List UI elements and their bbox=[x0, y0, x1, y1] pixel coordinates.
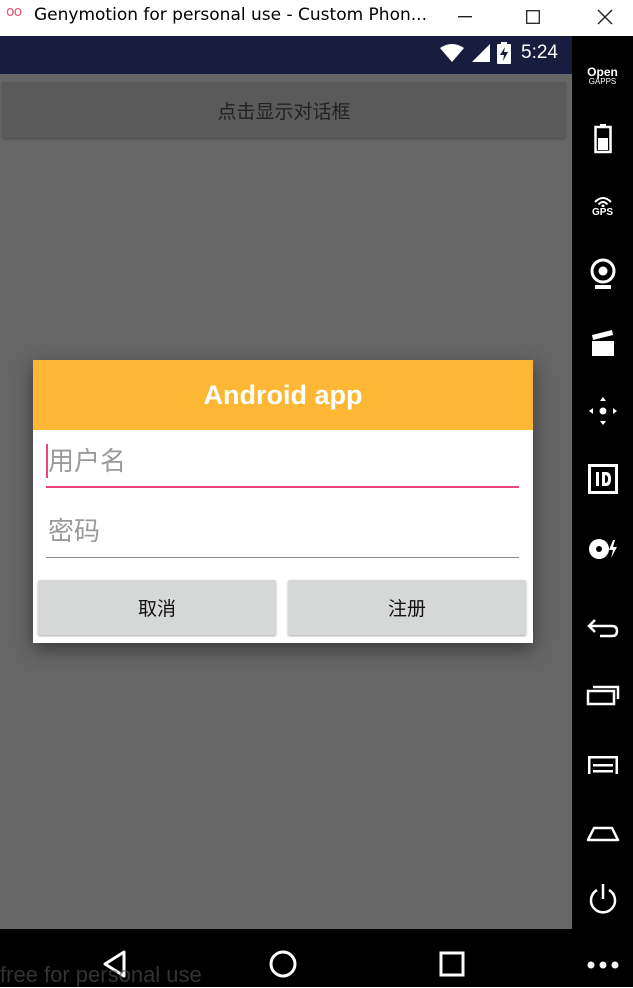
clapperboard-icon bbox=[591, 330, 614, 356]
dpad-icon bbox=[588, 397, 617, 425]
battery-charging-icon bbox=[497, 42, 512, 64]
back-icon bbox=[586, 619, 618, 638]
more-icon bbox=[587, 961, 618, 969]
power-icon bbox=[589, 884, 616, 914]
username-input[interactable] bbox=[46, 436, 519, 488]
text-cursor bbox=[46, 444, 48, 478]
disk-icon bbox=[588, 539, 617, 559]
password-field-container bbox=[46, 506, 519, 558]
webcam-button[interactable] bbox=[572, 256, 633, 292]
genymotion-logo-icon: oo bbox=[6, 4, 22, 20]
watermark-text: free for personal use bbox=[0, 962, 202, 987]
window-title: Genymotion for personal use - Custom Pho… bbox=[34, 5, 427, 25]
maximize-button[interactable] bbox=[498, 0, 568, 34]
window-titlebar: oo Genymotion for personal use - Custom … bbox=[0, 0, 633, 36]
password-input[interactable] bbox=[46, 506, 519, 558]
dpad-button[interactable] bbox=[572, 394, 633, 428]
wifi-icon bbox=[440, 44, 465, 62]
password-underline bbox=[46, 557, 519, 558]
recent-apps-button[interactable] bbox=[572, 678, 633, 712]
battery-icon bbox=[593, 124, 612, 154]
menu-icon bbox=[587, 756, 618, 774]
menu-button[interactable] bbox=[572, 748, 633, 782]
maximize-icon bbox=[526, 10, 540, 24]
username-field-container bbox=[46, 436, 519, 488]
back-button[interactable] bbox=[572, 610, 633, 644]
register-button[interactable]: 注册 bbox=[288, 580, 526, 635]
show-dialog-button[interactable]: 点击显示对话框 bbox=[2, 82, 566, 138]
gps-button[interactable]: GPS bbox=[572, 192, 633, 222]
cancel-button[interactable]: 取消 bbox=[38, 580, 276, 635]
disk-io-button[interactable] bbox=[572, 532, 633, 566]
android-status-bar: 5:24 bbox=[0, 36, 572, 74]
webcam-icon bbox=[590, 258, 615, 289]
gps-label: GPS bbox=[591, 207, 614, 218]
minimize-icon bbox=[458, 16, 472, 18]
cell-signal-icon bbox=[472, 44, 491, 62]
home-icon bbox=[586, 826, 619, 842]
close-button[interactable] bbox=[570, 0, 633, 34]
id-icon bbox=[587, 464, 618, 494]
dialog-title: Android app bbox=[33, 360, 533, 430]
status-time: 5:24 bbox=[521, 42, 558, 63]
more-options-button[interactable] bbox=[572, 948, 633, 982]
genymotion-sidebar: Open GAPPS GPS bbox=[572, 36, 633, 987]
power-button[interactable] bbox=[572, 880, 633, 920]
recent-apps-icon bbox=[586, 685, 619, 706]
gps-icon bbox=[593, 197, 612, 207]
login-dialog: Android app 取消 注册 bbox=[33, 360, 533, 643]
minimize-button[interactable] bbox=[430, 0, 500, 34]
battery-button[interactable] bbox=[572, 122, 633, 156]
username-underline bbox=[46, 486, 519, 488]
close-icon bbox=[597, 9, 613, 25]
device-id-button[interactable] bbox=[572, 462, 633, 496]
nav-recent-apps-icon[interactable] bbox=[438, 950, 466, 978]
media-button[interactable] bbox=[572, 326, 633, 360]
home-button[interactable] bbox=[572, 816, 633, 850]
opengapps-label-line2: GAPPS bbox=[588, 77, 617, 86]
opengapps-button[interactable]: Open GAPPS bbox=[572, 58, 633, 94]
nav-home-icon[interactable] bbox=[268, 949, 298, 979]
